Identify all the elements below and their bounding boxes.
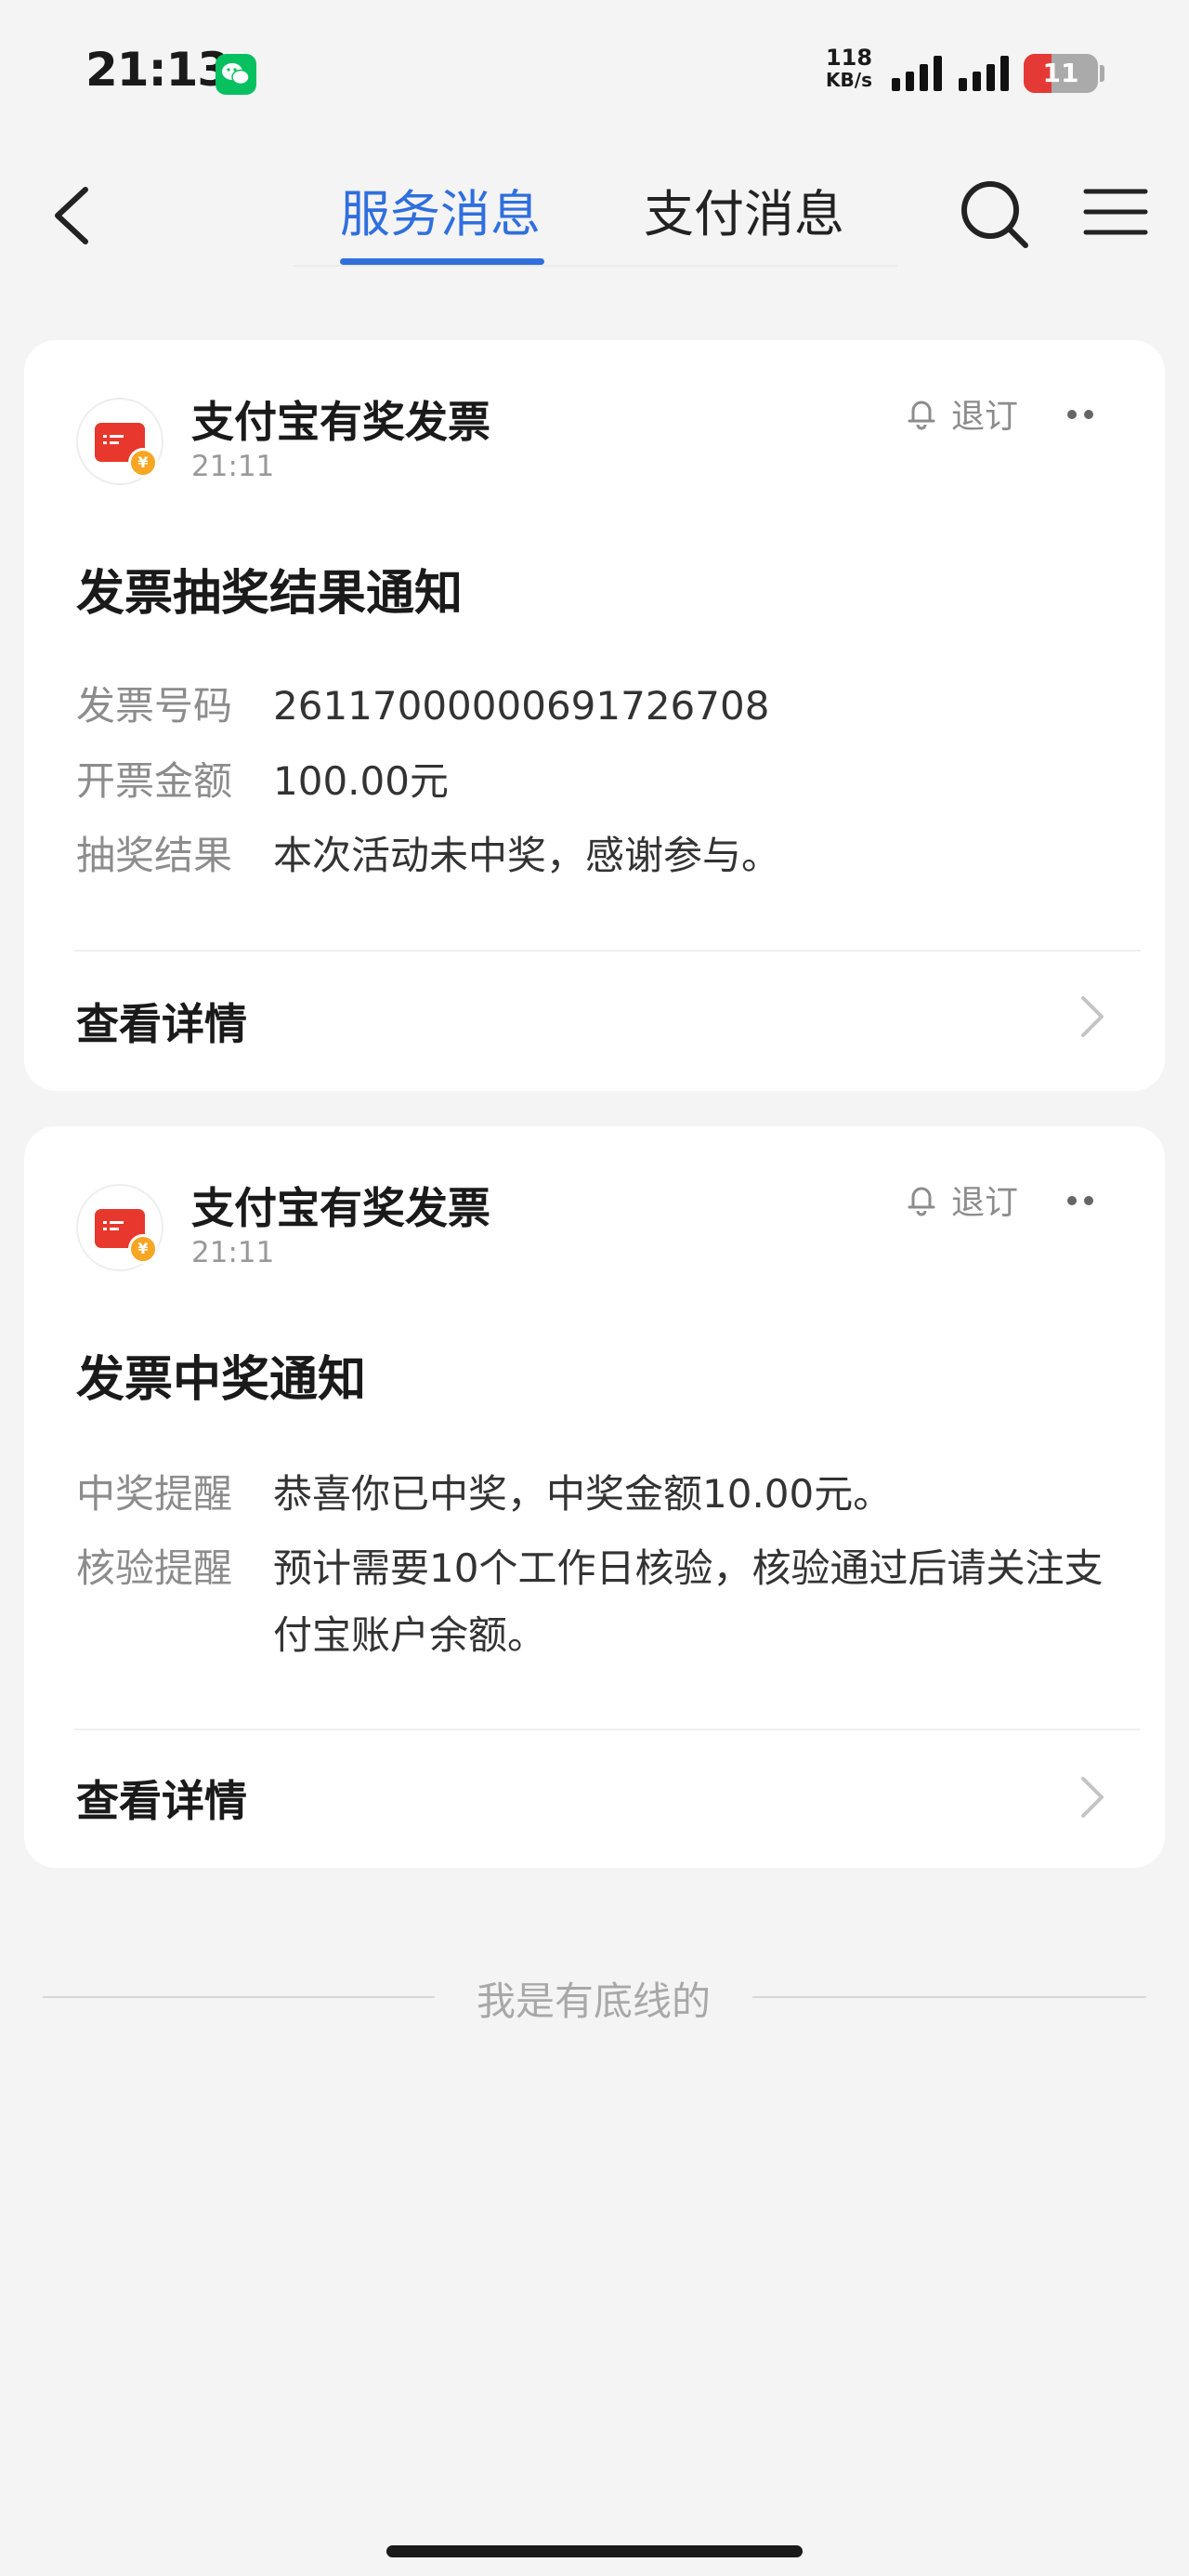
signal-icon: [959, 56, 1009, 91]
network-speed-unit: KB/s: [826, 69, 872, 91]
battery-icon: 11: [1024, 54, 1098, 93]
network-speed: 118 KB/s: [821, 46, 877, 91]
divider: [74, 950, 1141, 952]
unsubscribe-button[interactable]: 退订: [905, 1176, 1018, 1223]
info-value: 恭喜你已中奖，中奖金额10.00元。: [273, 1471, 893, 1517]
footer-divider: [43, 1996, 435, 1998]
info-value: 预计需要10个工作日核验，核验通过后请关注支付宝账户余额。: [273, 1545, 1104, 1658]
coin-icon: ¥: [128, 1234, 158, 1264]
status-bar: 21:13 118 KB/s 11: [0, 0, 1189, 139]
message-title: 发票中奖通知: [76, 1352, 367, 1408]
chevron-right-icon: [1081, 996, 1104, 1037]
info-key: 核验提醒: [76, 1545, 233, 1591]
unsubscribe-label: 退订: [951, 1184, 1019, 1222]
message-time: 21:11: [191, 1236, 275, 1269]
bell-icon: [908, 401, 935, 430]
view-details-link[interactable]: 查看详情: [76, 1768, 247, 1829]
search-icon[interactable]: [957, 177, 1031, 251]
message-time: 21:11: [191, 450, 275, 483]
info-value: 26117000000691726708: [273, 683, 770, 729]
app-name: 支付宝有奖发票: [191, 397, 490, 447]
nav-bar: 服务消息 支付消息: [0, 139, 1189, 274]
coin-icon: ¥: [128, 448, 158, 478]
info-key: 中奖提醒: [76, 1471, 233, 1517]
tab-payment-messages[interactable]: 支付消息: [644, 173, 844, 246]
message-card[interactable]: ¥ 支付宝有奖发票 21:11 退订 发票抽奖结果通知 发票号码 2611700…: [24, 340, 1165, 1091]
menu-icon[interactable]: [1083, 184, 1148, 240]
home-indicator[interactable]: [386, 2545, 803, 2557]
status-time: 21:13: [85, 43, 229, 97]
footer-divider: [752, 1996, 1146, 1998]
view-details-link[interactable]: 查看详情: [76, 991, 247, 1052]
app-name: 支付宝有奖发票: [191, 1183, 490, 1233]
info-key: 开票金额: [76, 758, 233, 804]
screen: 21:13 118 KB/s 11 服务消息 支付消息 ¥ 支付宝有奖发票 21…: [0, 0, 1189, 2576]
unsubscribe-button[interactable]: 退订: [905, 390, 1018, 437]
info-key: 抽奖结果: [76, 833, 233, 878]
more-icon[interactable]: [1060, 1191, 1101, 1210]
divider: [74, 1728, 1141, 1730]
more-icon[interactable]: [1060, 405, 1101, 424]
info-value: 本次活动未中奖，感谢参与。: [273, 833, 781, 878]
message-card[interactable]: ¥ 支付宝有奖发票 21:11 退订 发票中奖通知 中奖提醒 恭喜你已中奖，中奖…: [24, 1126, 1165, 1868]
app-avatar: ¥: [76, 398, 163, 485]
active-tab-indicator: [340, 258, 544, 265]
wechat-icon: [216, 54, 256, 95]
tab-service-messages[interactable]: 服务消息: [340, 173, 541, 246]
end-of-list-text: 我是有底线的: [476, 1978, 711, 2024]
network-speed-value: 118: [825, 45, 873, 71]
app-avatar: ¥: [76, 1184, 163, 1271]
back-icon[interactable]: [46, 178, 102, 253]
info-key: 发票号码: [76, 683, 233, 729]
message-title: 发票抽奖结果通知: [76, 566, 464, 622]
signal-icon: [892, 56, 942, 91]
battery-level: 11: [1042, 58, 1079, 88]
unsubscribe-label: 退订: [951, 398, 1019, 436]
bell-icon: [908, 1187, 935, 1216]
info-value: 100.00元: [273, 758, 449, 804]
chevron-right-icon: [1081, 1777, 1104, 1818]
tab-divider: [294, 265, 897, 267]
